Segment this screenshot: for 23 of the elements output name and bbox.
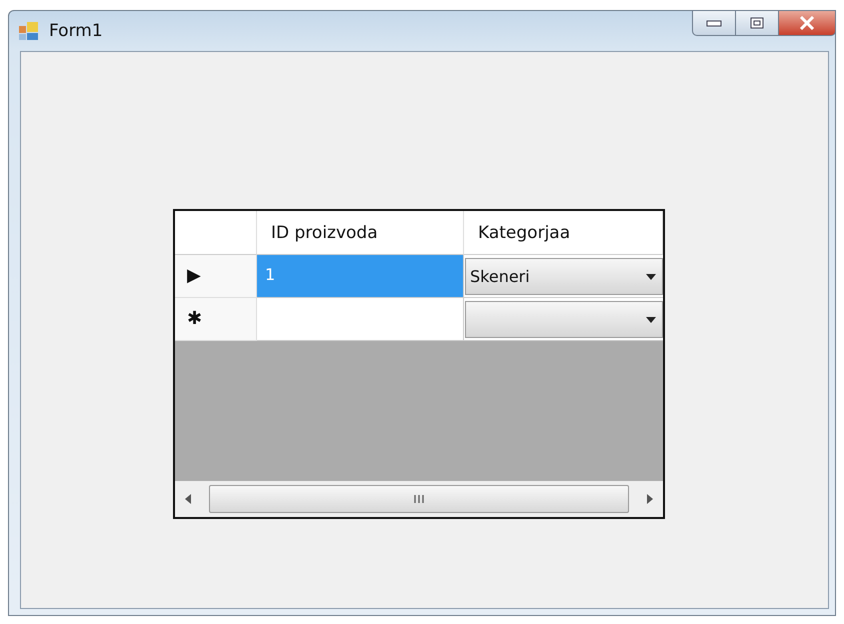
cell-text: 1	[265, 265, 276, 284]
combo-box[interactable]	[465, 301, 663, 338]
maximize-button[interactable]	[735, 10, 779, 36]
close-button[interactable]	[778, 10, 836, 36]
column-header[interactable]: Kategorjaa	[464, 211, 663, 255]
minimize-icon	[706, 19, 722, 27]
close-icon	[799, 16, 815, 30]
maximize-icon	[750, 17, 764, 29]
dropdown-arrow-icon	[646, 274, 656, 280]
combo-box[interactable]: Skeneri	[465, 258, 663, 295]
column-header[interactable]: ID proizvoda	[257, 211, 464, 255]
scroll-thumb[interactable]	[209, 485, 629, 513]
table-cell[interactable]	[257, 298, 464, 341]
row-header[interactable]: ✱	[175, 298, 257, 341]
dropdown-arrow-icon	[646, 316, 656, 322]
horizontal-scrollbar[interactable]	[175, 481, 663, 517]
scroll-right-icon[interactable]	[647, 494, 653, 504]
grip-icon	[414, 495, 424, 503]
app-icon	[19, 22, 39, 40]
row-header[interactable]: ▶	[175, 255, 257, 298]
window-title: Form1	[49, 21, 103, 41]
scroll-left-icon[interactable]	[185, 494, 191, 504]
minimize-button[interactable]	[692, 10, 736, 36]
